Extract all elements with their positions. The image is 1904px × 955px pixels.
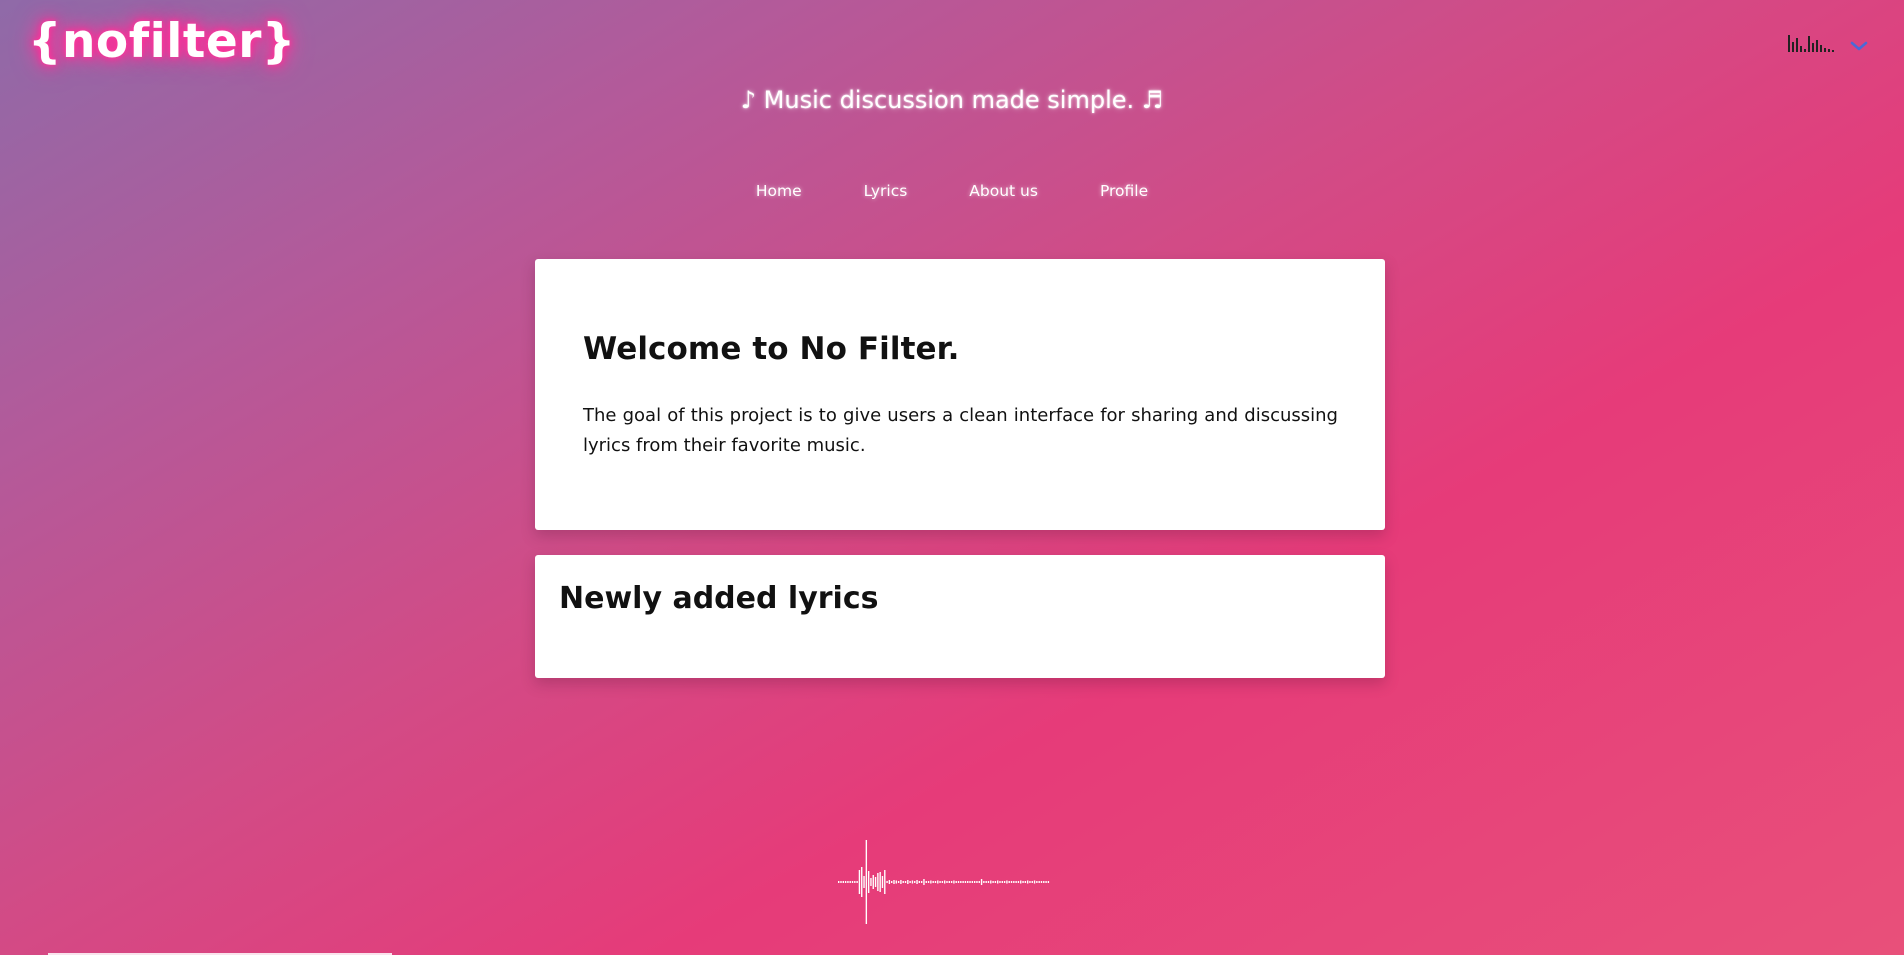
welcome-card: Welcome to No Filter. The goal of this p… [535,259,1385,530]
audio-waveform [838,840,1050,924]
nav-lyrics[interactable]: Lyrics [864,182,908,200]
tagline: ♪ Music discussion made simple. ♬ [740,86,1164,114]
waveform-icon [838,840,1050,924]
nav-about-us[interactable]: About us [969,182,1038,200]
visualizer-toggle[interactable] [1788,32,1868,52]
chevron-down-icon[interactable] [1850,40,1868,52]
site-logo[interactable]: {nofilter} [28,14,296,69]
welcome-title: Welcome to No Filter. [583,331,960,367]
welcome-description: The goal of this project is to give user… [583,405,1338,456]
nav-profile[interactable]: Profile [1100,182,1148,200]
equalizer-icon[interactable] [1788,32,1838,52]
main-nav: Home Lyrics About us Profile [0,182,1904,200]
nav-home[interactable]: Home [756,182,802,200]
newly-added-lyrics-card: Newly added lyrics [535,555,1385,678]
newly-added-lyrics-title: Newly added lyrics [559,581,879,616]
